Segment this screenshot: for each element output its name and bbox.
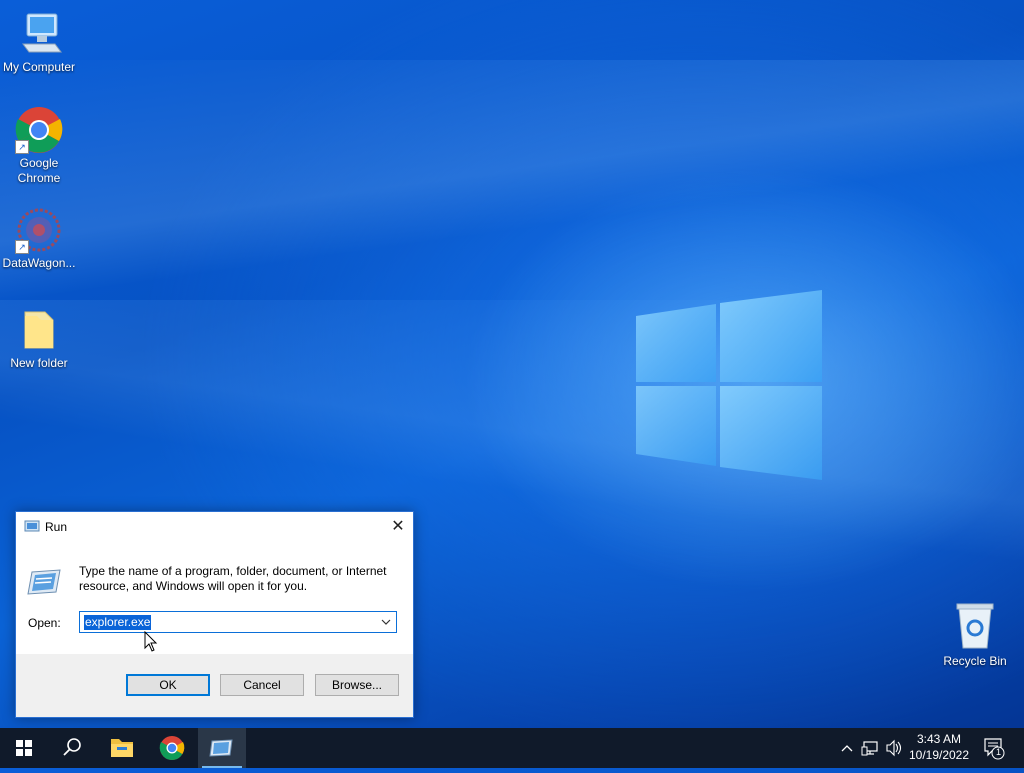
mouse-cursor-icon xyxy=(144,631,158,652)
show-hidden-icons-button[interactable] xyxy=(838,728,856,768)
desktop-icon-recycle-bin[interactable]: Recycle Bin xyxy=(936,600,1014,668)
taskbar-file-explorer[interactable] xyxy=(98,728,146,768)
search-icon xyxy=(63,738,81,756)
taskbar: 3:43 AM 10/19/2022 1 xyxy=(0,728,1024,768)
shortcut-arrow-icon: ↗ xyxy=(15,240,29,254)
windows-logo-wallpaper xyxy=(636,290,822,480)
desktop-icon-datawagon[interactable]: ↗ DataWagon... xyxy=(0,206,78,271)
action-center-button[interactable]: 1 xyxy=(980,728,1008,768)
speaker-icon xyxy=(886,739,902,757)
chevron-up-icon xyxy=(841,745,853,752)
cancel-button[interactable]: Cancel xyxy=(220,674,304,696)
start-button[interactable] xyxy=(0,728,48,768)
browse-button[interactable]: Browse... xyxy=(315,674,399,696)
desktop-icon-label: Recycle Bin xyxy=(943,654,1007,668)
computer-icon xyxy=(15,10,63,58)
chevron-down-icon[interactable] xyxy=(380,615,392,629)
run-dialog-description: Type the name of a program, folder, docu… xyxy=(79,564,387,593)
ok-button[interactable]: OK xyxy=(126,674,210,696)
taskbar-clock[interactable]: 3:43 AM 10/19/2022 xyxy=(904,731,974,763)
light-beam xyxy=(0,60,1024,320)
notification-icon xyxy=(984,738,1005,760)
file-explorer-icon xyxy=(111,739,133,757)
clock-time: 3:43 AM xyxy=(916,732,962,746)
recycle-bin-icon xyxy=(951,600,999,650)
clock-date: 10/19/2022 xyxy=(908,748,970,762)
datawagon-icon: ↗ xyxy=(15,206,63,254)
desktop-icon-my-computer[interactable]: My Computer xyxy=(0,10,78,75)
run-app-icon xyxy=(24,520,40,532)
run-dialog-title: Run xyxy=(45,520,68,534)
volume-tray-button[interactable] xyxy=(884,728,904,768)
run-dialog-titlebar[interactable]: Run ✕ xyxy=(16,512,413,541)
desktop-icon-label: New folder xyxy=(10,356,68,370)
run-program-icon xyxy=(27,569,61,595)
shortcut-arrow-icon: ↗ xyxy=(15,140,29,154)
run-dialog-footer: OK Cancel Browse... xyxy=(16,654,413,717)
taskbar-run[interactable] xyxy=(198,728,246,768)
chrome-icon: ↗ xyxy=(15,106,63,154)
run-dialog: Run ✕ Type the name of a program, folder… xyxy=(15,511,414,718)
run-dialog-body: Type the name of a program, folder, docu… xyxy=(16,541,413,654)
taskbar-google-chrome[interactable] xyxy=(148,728,196,768)
folder-icon xyxy=(15,306,63,354)
desktop-icon-google-chrome[interactable]: ↗ Google Chrome xyxy=(0,106,78,186)
desktop-icon-new-folder[interactable]: New folder xyxy=(0,306,78,371)
run-app-icon xyxy=(209,739,233,757)
network-tray-button[interactable] xyxy=(860,728,882,768)
close-icon: ✕ xyxy=(391,518,405,535)
desktop-icon-label: DataWagon... xyxy=(2,256,76,270)
network-icon xyxy=(861,741,878,756)
windows-start-icon xyxy=(16,740,32,756)
open-label: Open: xyxy=(28,616,61,630)
search-button[interactable] xyxy=(48,728,96,768)
chrome-icon xyxy=(159,736,185,761)
desktop-icon-label: My Computer xyxy=(2,60,76,74)
desktop-icon-label: Google Chrome xyxy=(17,156,61,185)
close-button[interactable]: ✕ xyxy=(383,512,413,541)
notification-count-badge: 1 xyxy=(995,747,1001,757)
open-input-value[interactable]: explorer.exe xyxy=(84,615,152,630)
open-combobox[interactable]: explorer.exe xyxy=(79,611,397,633)
